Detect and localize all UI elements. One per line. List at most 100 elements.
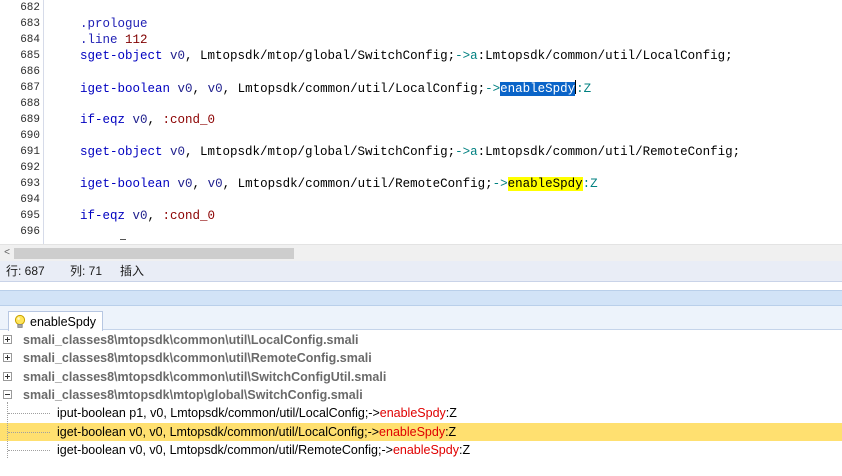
code-token: v0 (132, 209, 148, 223)
code-token: sget-object (80, 49, 171, 63)
selected-text: enableSpdy (500, 82, 576, 96)
search-results-tree[interactable]: smali_classes8\mtopsdk\common\util\Local… (0, 331, 842, 476)
line-number: 682 (20, 2, 40, 14)
result-file-row[interactable]: smali_classes8\mtopsdk\mtop\global\Switc… (0, 386, 842, 404)
search-results-tab-label: enableSpdy (30, 314, 97, 329)
code-line[interactable]: 687 iget-boolean v0, v0, Lmtopsdk/common/… (0, 80, 842, 96)
expand-icon[interactable] (3, 335, 12, 344)
line-number: 683 (20, 18, 40, 30)
cursor-column-indicator: 列: 71 (70, 264, 103, 278)
result-file-row[interactable]: smali_classes8\mtopsdk\common\util\Remot… (0, 349, 842, 367)
code-token: :cond_0 (162, 209, 216, 223)
code-line[interactable]: 694 (0, 192, 842, 208)
line-number: 688 (20, 98, 40, 110)
tree-guide-line (7, 402, 8, 458)
code-line[interactable]: 692 (0, 160, 842, 176)
code-token: , Lmtopsdk/mtop/global/SwitchConfig; (185, 49, 456, 63)
search-tab-strip (0, 306, 842, 330)
code-token: v0 (170, 145, 186, 159)
code-line[interactable]: 695 if-eqz v0, :cond_0 (0, 208, 842, 224)
match-hit-text: enableSpdy (392, 443, 459, 457)
code-line[interactable]: 685 sget-object v0, Lmtopsdk/mtop/global/… (0, 48, 842, 64)
code-text: sget-object v0, Lmtopsdk/mtop/global/Swi… (80, 48, 733, 64)
collapse-icon[interactable] (3, 390, 12, 399)
code-token: a (470, 145, 478, 159)
match-suffix: :Z (445, 406, 457, 420)
code-text: iget-boolean v0, v0, Lmtopsdk/common/uti… (80, 176, 598, 192)
code-text: .line 112 (80, 32, 148, 48)
line-number: 687 (20, 82, 40, 94)
match-suffix: :Z (445, 425, 457, 439)
result-match-row[interactable]: iget-boolean v0, v0, Lmtopsdk/common/uti… (0, 441, 842, 459)
code-token: v0 (207, 177, 223, 191)
code-token: -> (455, 49, 471, 63)
match-prefix: iput-boolean p1, v0, Lmtopsdk/common/uti… (57, 406, 380, 420)
code-token: :cond_0 (162, 113, 216, 127)
line-number: 689 (20, 114, 40, 126)
code-token: v0 (170, 49, 186, 63)
code-line[interactable]: 688 (0, 96, 842, 112)
highlighted-match: enableSpdy (507, 177, 583, 191)
scrollbar-thumb[interactable] (14, 248, 294, 259)
code-token: , (147, 113, 163, 127)
code-line[interactable]: 682 (0, 0, 842, 16)
code-text: .prologue (80, 16, 148, 32)
cursor-row-indicator: 行: 687 (6, 264, 45, 278)
code-token: :Z (582, 177, 598, 191)
result-file-path: smali_classes8\mtopsdk\common\util\Local… (23, 333, 359, 347)
code-line[interactable]: 696 (0, 224, 842, 240)
match-prefix: iget-boolean v0, v0, Lmtopsdk/common/uti… (57, 443, 393, 457)
line-number: 690 (20, 130, 40, 142)
partial-line-artifact (120, 239, 126, 242)
code-token: v0 (207, 82, 223, 96)
splitter-gap (0, 282, 842, 290)
search-results-tab[interactable]: enableSpdy (8, 311, 104, 331)
code-line[interactable]: 693 iget-boolean v0, v0, Lmtopsdk/common/… (0, 176, 842, 192)
line-number: 692 (20, 162, 40, 174)
code-line[interactable]: 684 .line 112 (0, 32, 842, 48)
code-line[interactable]: 690 (0, 128, 842, 144)
result-file-path: smali_classes8\mtopsdk\common\util\Remot… (23, 351, 372, 365)
code-token: -> (455, 145, 471, 159)
code-token: if-eqz (80, 113, 133, 127)
code-text: sget-object v0, Lmtopsdk/mtop/global/Swi… (80, 144, 740, 160)
code-token: v0 (132, 113, 148, 127)
search-panel-header[interactable] (0, 290, 842, 306)
code-token: .line (80, 33, 126, 47)
code-token: , Lmtopsdk/common/util/RemoteConfig; (222, 177, 493, 191)
code-token: v0 (177, 82, 193, 96)
expand-icon[interactable] (3, 372, 12, 381)
expand-icon[interactable] (3, 353, 12, 362)
code-editor[interactable]: 682 683 .prologue 684 .line 112 685 sget-objec… (0, 0, 842, 244)
result-match-row[interactable]: iput-boolean p1, v0, Lmtopsdk/common/uti… (0, 404, 842, 422)
code-text: if-eqz v0, :cond_0 (80, 112, 215, 128)
code-line[interactable]: 683 .prologue (0, 16, 842, 32)
insert-mode-indicator[interactable]: 插入 (120, 264, 144, 279)
code-line[interactable]: 686 (0, 64, 842, 80)
result-file-row[interactable]: smali_classes8\mtopsdk\common\util\Local… (0, 331, 842, 349)
match-hit-text: enableSpdy (379, 406, 446, 420)
tree-branch-line (8, 413, 50, 414)
code-token: .prologue (80, 17, 148, 31)
result-file-row[interactable]: smali_classes8\mtopsdk\common\util\Switc… (0, 368, 842, 386)
code-token: , (147, 209, 163, 223)
code-line[interactable]: 689 if-eqz v0, :cond_0 (0, 112, 842, 128)
code-token: -> (492, 177, 508, 191)
tree-branch-line (8, 450, 50, 451)
lightbulb-icon (13, 314, 27, 330)
match-suffix: :Z (458, 443, 471, 457)
line-number: 693 (20, 178, 40, 190)
code-token: v0 (177, 177, 193, 191)
result-match-row[interactable]: iget-boolean v0, v0, Lmtopsdk/common/uti… (0, 423, 842, 441)
code-token: :Lmtopsdk/common/util/LocalConfig; (477, 49, 733, 63)
result-file-path: smali_classes8\mtopsdk\mtop\global\Switc… (23, 388, 363, 402)
code-token: -> (485, 82, 501, 96)
code-token: iget-boolean (80, 177, 178, 191)
code-token: sget-object (80, 145, 171, 159)
horizontal-scrollbar[interactable]: < (0, 244, 842, 261)
code-line[interactable]: 691 sget-object v0, Lmtopsdk/mtop/global/… (0, 144, 842, 160)
scroll-left-arrow-icon[interactable]: < (1, 247, 13, 259)
line-number: 686 (20, 66, 40, 78)
code-token: , Lmtopsdk/common/util/LocalConfig; (222, 82, 486, 96)
code-token: :Lmtopsdk/common/util/RemoteConfig; (477, 145, 741, 159)
